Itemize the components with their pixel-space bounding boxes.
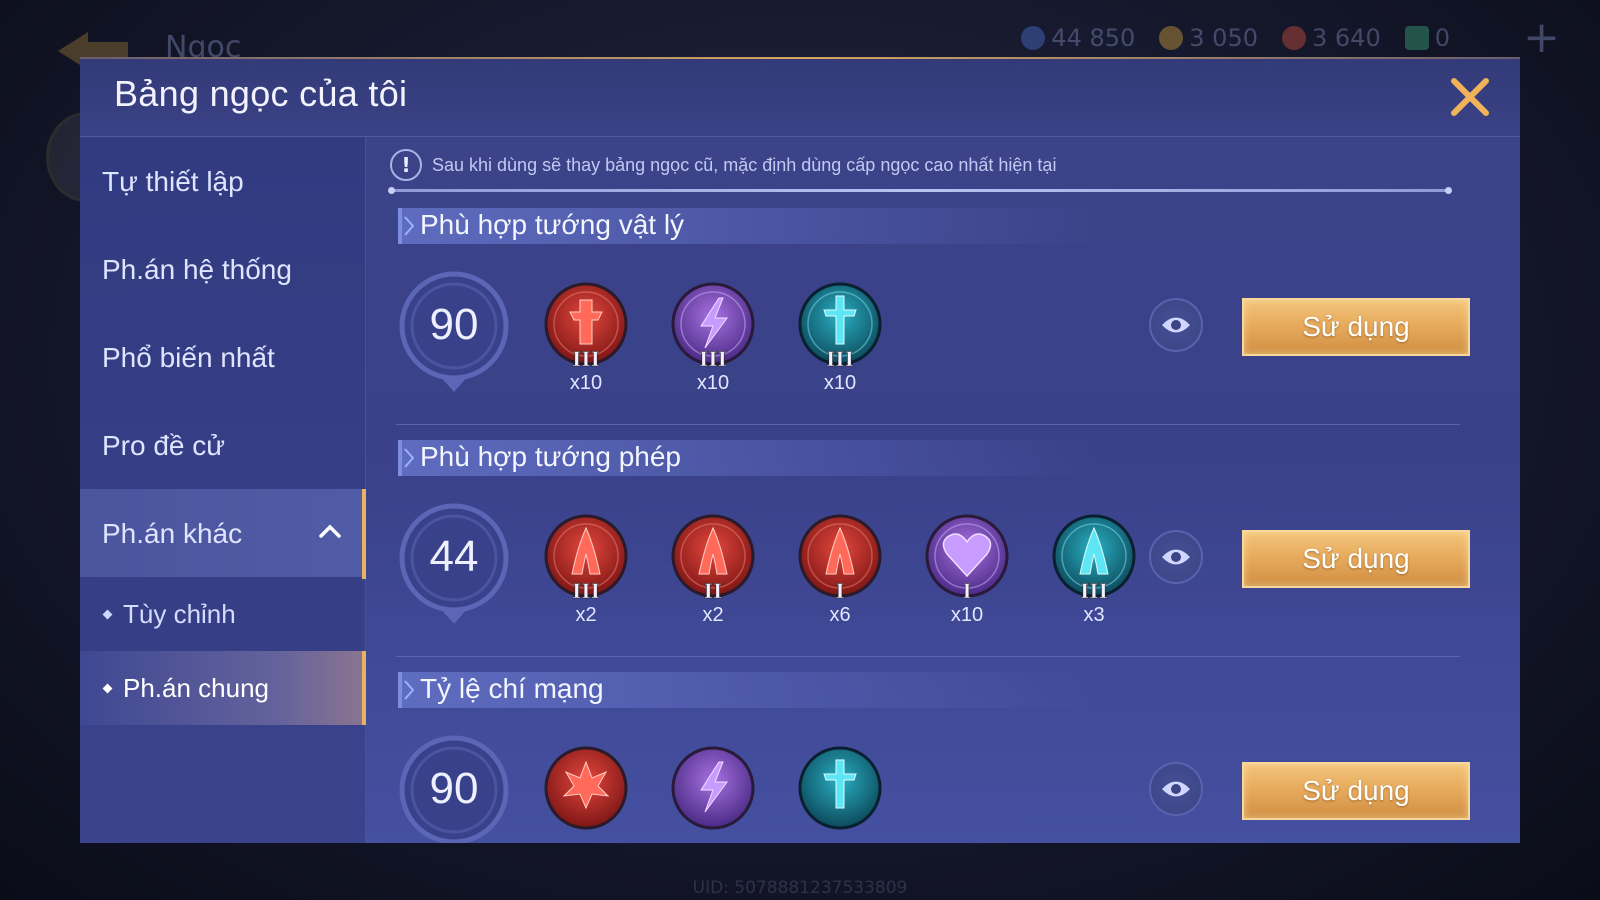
green-ticket-icon (1404, 26, 1429, 50)
rune-page-modal: Bảng ngọc của tôi Tự thiết lập Ph.án hệ … (80, 57, 1520, 843)
rune-gem[interactable] (794, 746, 886, 834)
sidebar-item-other[interactable]: Ph.án khác (80, 489, 366, 579)
rune-level: 90 (429, 300, 479, 349)
notice-text: Sau khi dùng sẽ thay bảng ngọc cũ, mặc đ… (432, 154, 1057, 175)
currency-bar: 44 850 3 050 3 640 0 (1021, 24, 1450, 52)
svg-text:III: III (699, 347, 727, 370)
close-icon[interactable] (1448, 75, 1492, 119)
section-title: Phù hợp tướng phép (420, 441, 681, 472)
section-title: Phù hợp tướng vật lý (420, 209, 685, 240)
eye-icon (1162, 781, 1190, 797)
section-header: Phù hợp tướng vật lý (398, 208, 1098, 244)
divider (396, 424, 1460, 425)
user-id: UID: 5078881237533809 (692, 878, 908, 898)
rune-level: 90 (429, 764, 479, 813)
red-flame-rune-icon: II (671, 514, 755, 602)
currency-blue: 44 850 (1021, 24, 1135, 52)
divider (396, 656, 1460, 657)
section-arrow-icon (404, 216, 414, 236)
rune-count: x3 (1083, 604, 1105, 626)
rune-gem[interactable]: III x3 (1048, 514, 1140, 627)
rune-set-magic: Phù hợp tướng phép 44 III x2 II x2 I x6 … (366, 440, 1520, 672)
notice: ! Sau khi dùng sẽ thay bảng ngọc cũ, mặc… (390, 149, 1056, 181)
svg-text:III: III (826, 347, 854, 370)
rune-gem[interactable]: II x2 (667, 514, 759, 627)
rune-count: x10 (950, 604, 984, 626)
rune-gem[interactable]: III x10 (667, 282, 759, 395)
sidebar-subitem-custom[interactable]: Tùy chỉnh (80, 577, 362, 651)
section-header: Tỷ lệ chí mạng (398, 672, 1098, 708)
blue-coin-icon (1021, 26, 1046, 50)
rune-count: x10 (569, 372, 603, 394)
section-header: Phù hợp tướng phép (398, 440, 1098, 476)
divider (388, 187, 1452, 194)
svg-text:II: II (704, 579, 723, 602)
rune-gem[interactable]: III x2 (540, 514, 632, 627)
rune-gem[interactable] (667, 746, 759, 834)
bullet-icon (102, 683, 113, 693)
red-flame-rune-icon: I (798, 514, 882, 602)
svg-text:III: III (572, 579, 600, 602)
svg-text:I: I (835, 579, 844, 602)
rune-count: x10 (823, 372, 857, 394)
svg-text:I: I (962, 579, 971, 602)
rune-count: x10 (696, 372, 730, 394)
sidebar-item-pro[interactable]: Pro đề cử (80, 401, 366, 491)
sidebar-item-popular[interactable]: Phổ biến nhất (80, 313, 366, 403)
rune-list[interactable]: ! Sau khi dùng sẽ thay bảng ngọc cũ, mặc… (366, 137, 1520, 843)
purple-bolt-rune-icon: III (671, 282, 755, 370)
rune-count: x6 (829, 604, 851, 626)
eye-icon (1162, 549, 1190, 565)
rune-count: x2 (702, 604, 724, 626)
currency-red: 3 640 (1282, 24, 1381, 52)
eye-icon (1162, 317, 1190, 333)
use-button[interactable]: Sử dụng (1242, 298, 1470, 356)
rune-set-physical: Phù hợp tướng vật lý 90 III x10 III x10 … (366, 208, 1520, 440)
bullet-icon (102, 609, 113, 619)
teal-sword-rune-icon (798, 746, 882, 830)
section-arrow-icon (404, 680, 414, 700)
section-title: Tỷ lệ chí mạng (420, 673, 604, 704)
rune-count: x2 (575, 604, 597, 626)
rune-gem[interactable]: III x10 (794, 282, 886, 395)
rune-gem[interactable] (540, 746, 632, 834)
use-button[interactable]: Sử dụng (1242, 762, 1470, 820)
rune-gem[interactable]: III x10 (540, 282, 632, 395)
rune-gem[interactable]: I x10 (921, 514, 1013, 627)
red-gem-icon (1282, 26, 1306, 50)
section-arrow-icon (404, 448, 414, 468)
add-currency-icon: + (1523, 12, 1560, 63)
chevron-up-icon (319, 524, 341, 538)
rune-gem[interactable]: I x6 (794, 514, 886, 627)
svg-text:III: III (572, 347, 600, 370)
preview-button[interactable] (1149, 762, 1203, 816)
sidebar-item-custom[interactable]: Tự thiết lập (80, 137, 366, 227)
modal-header: Bảng ngọc của tôi (80, 57, 1520, 137)
sidebar-item-system[interactable]: Ph.án hệ thống (80, 225, 366, 315)
rune-set-crit: Tỷ lệ chí mạng 90 Sử dụng (366, 672, 1520, 843)
preview-button[interactable] (1149, 298, 1203, 352)
use-button[interactable]: Sử dụng (1242, 530, 1470, 588)
teal-sword-rune-icon: III (798, 282, 882, 370)
warning-icon: ! (390, 149, 422, 181)
currency-ticket: 0 (1404, 24, 1450, 52)
purple-bolt-rune-icon (671, 746, 755, 830)
teal-flame-rune-icon: III (1052, 514, 1136, 602)
currency-gold: 3 050 (1159, 24, 1258, 52)
rune-level: 44 (429, 532, 479, 581)
red-sword-rune-icon: III (544, 282, 628, 370)
sidebar: Tự thiết lập Ph.án hệ thống Phổ biến nhấ… (80, 137, 366, 843)
red-burst-rune-icon (544, 746, 628, 830)
red-flame-rune-icon: III (544, 514, 628, 602)
gold-coin-icon (1159, 26, 1184, 50)
preview-button[interactable] (1149, 530, 1203, 584)
modal-title: Bảng ngọc của tôi (114, 73, 408, 114)
purple-heart-rune-icon: I (925, 514, 1009, 602)
sidebar-subitem-general[interactable]: Ph.án chung (80, 651, 366, 725)
svg-text:III: III (1080, 579, 1108, 602)
